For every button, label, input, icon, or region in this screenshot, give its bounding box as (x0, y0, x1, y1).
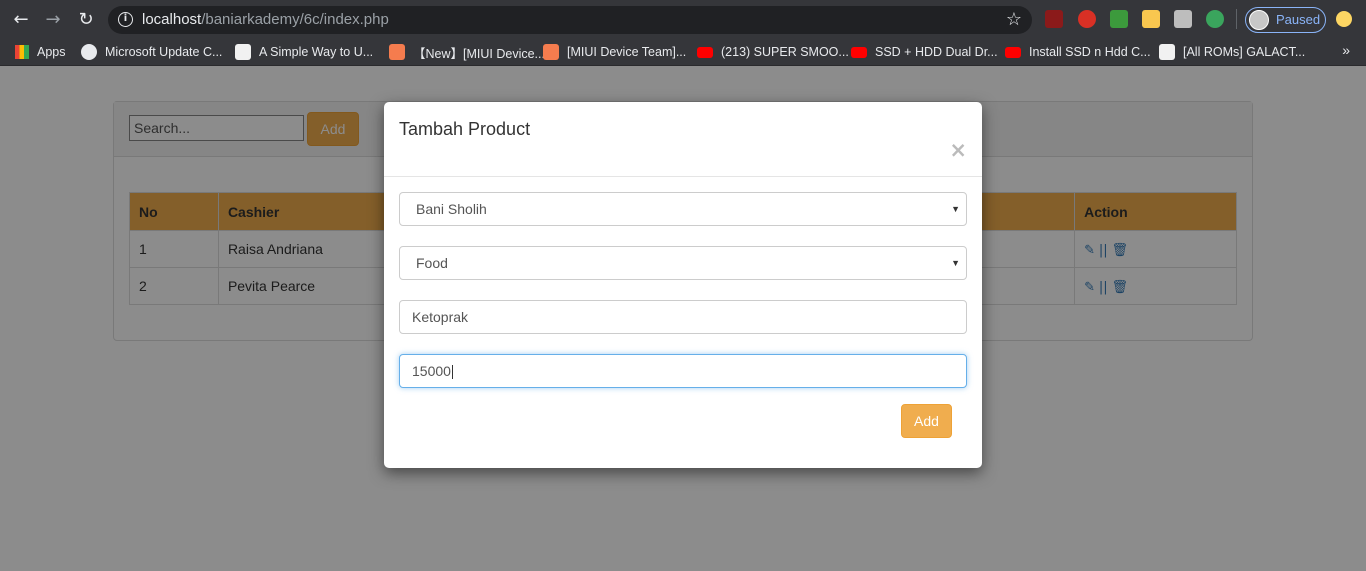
bookmarks-overflow-button[interactable]: » (1342, 42, 1350, 58)
cashier-select[interactable]: Bani Sholih ▼ (399, 192, 967, 226)
product-name-value: Ketoprak (412, 309, 469, 325)
price-value: 15000 (412, 363, 451, 379)
cube-extension-icon[interactable] (1174, 10, 1192, 28)
forward-icon[interactable]: → (40, 7, 66, 33)
close-icon[interactable]: × (949, 140, 967, 161)
modal-divider (384, 176, 982, 177)
address-bar[interactable]: i localhost/baniarkademy/6c/index.php ☆ (108, 6, 1032, 34)
chevron-down-icon: ▼ (951, 258, 960, 268)
profile-label: Paused (1276, 12, 1321, 27)
bookmark-label: A Simple Way to U... (259, 45, 374, 59)
url-host: localhost (142, 11, 202, 28)
bookmark-apps[interactable]: Apps (15, 43, 66, 61)
modal-title: Tambah Product (399, 119, 531, 139)
submit-add-button[interactable]: Add (901, 404, 952, 438)
reload-icon[interactable]: ↻ (73, 7, 99, 33)
toolbar-divider (1236, 9, 1237, 29)
adblock-extension-icon[interactable] (1078, 10, 1096, 28)
bookmarks-bar: Apps Microsoft Update C... A Simple Way … (0, 38, 1366, 66)
bookmark-label: (213) SUPER SMOO... (721, 45, 849, 59)
product-name-input[interactable]: Ketoprak (399, 300, 967, 334)
globe-icon (81, 44, 97, 60)
vue-extension-icon[interactable] (1142, 10, 1160, 28)
bookmark-label: Microsoft Update C... (105, 45, 223, 59)
youtube-icon (851, 46, 867, 58)
category-select-value: Food (416, 255, 448, 271)
bookmark-item[interactable]: SSD + HDD Dual Dr... (851, 43, 998, 61)
back-icon[interactable]: ← (8, 7, 34, 33)
avatar (1249, 10, 1269, 30)
bookmark-label: [All ROMs] GALACT... (1183, 45, 1306, 59)
bookmark-label: [MIUI Device Team]... (567, 45, 687, 59)
chevron-down-icon: ▼ (951, 204, 960, 214)
xda-icon (1159, 44, 1175, 60)
bookmark-label: Apps (37, 45, 66, 59)
cashier-select-value: Bani Sholih (416, 201, 487, 217)
add-product-modal: Tambah Product × Bani Sholih ▼ Food ▼ Ke… (384, 102, 982, 468)
bookmark-item[interactable]: A Simple Way to U... (235, 43, 373, 61)
bookmark-label: Install SSD n Hdd C... (1029, 45, 1151, 59)
bookmark-label: 【New】[MIUI Device... (413, 46, 545, 61)
browser-toolbar: ← → ↻ i localhost/baniarkademy/6c/index.… (0, 0, 1366, 38)
profile-button[interactable]: Paused (1245, 7, 1326, 33)
miui-icon (543, 44, 559, 60)
bookmark-item[interactable]: 【New】[MIUI Device... (389, 43, 545, 61)
update-icon[interactable] (1336, 11, 1352, 27)
url-text[interactable]: localhost/baniarkademy/6c/index.php (142, 11, 389, 28)
bookmark-star-icon[interactable]: ☆ (1006, 9, 1022, 30)
bookmark-item[interactable]: (213) SUPER SMOO... (697, 43, 849, 61)
apps-grid-icon (15, 45, 29, 59)
site-info-icon[interactable]: i (118, 12, 133, 27)
bookmark-item[interactable]: Install SSD n Hdd C... (1005, 43, 1151, 61)
pdf-extension-icon[interactable] (1045, 10, 1063, 28)
cors-extension-icon[interactable] (1110, 10, 1128, 28)
text-cursor (451, 365, 453, 380)
bookmark-item[interactable]: Microsoft Update C... (81, 43, 222, 61)
bookmark-item[interactable]: [All ROMs] GALACT... (1159, 43, 1305, 61)
globe-extension-icon[interactable] (1206, 10, 1224, 28)
bookmark-item[interactable]: [MIUI Device Team]... (543, 43, 686, 61)
youtube-icon (1005, 46, 1021, 58)
url-path: /baniarkademy/6c/index.php (201, 11, 389, 28)
price-input[interactable]: 15000 (399, 354, 967, 388)
youtube-icon (697, 46, 713, 58)
miui-icon (389, 44, 405, 60)
xda-icon (235, 44, 251, 60)
bookmark-label: SSD + HDD Dual Dr... (875, 45, 998, 59)
category-select[interactable]: Food ▼ (399, 246, 967, 280)
